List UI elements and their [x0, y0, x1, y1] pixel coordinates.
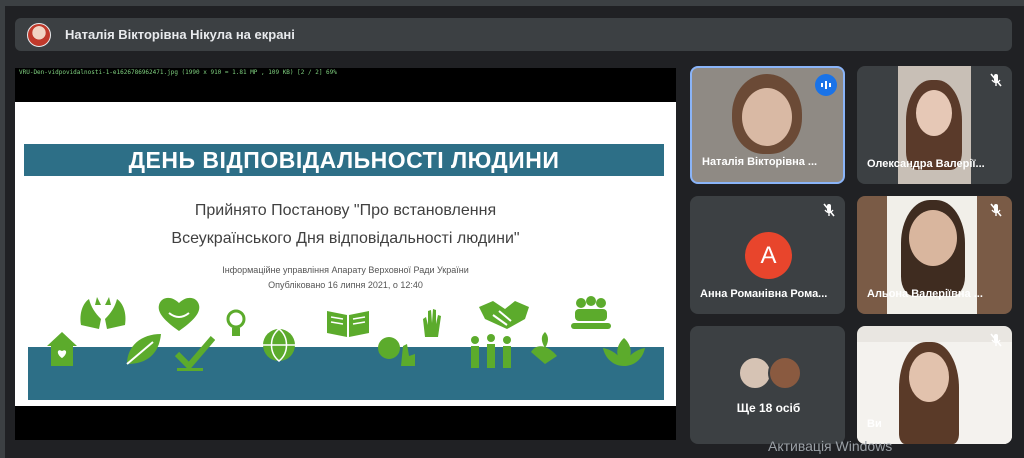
heart-hands-icon — [158, 297, 200, 331]
people-group-icon — [571, 296, 611, 329]
slide-headline-line2: Всеукраїнського Дня відповідальності люд… — [171, 230, 520, 247]
participant-name: Наталія Вікторівна ... — [702, 156, 818, 168]
participant-tile-2[interactable]: Олександра Валерії... — [857, 66, 1012, 184]
checkmark-icon — [175, 336, 215, 371]
speaking-indicator-icon — [815, 74, 837, 96]
participant-name: Ви — [867, 418, 882, 430]
participant-tile-3[interactable]: А Анна Романівна Рома... — [690, 196, 845, 314]
mic-off-icon — [823, 203, 835, 217]
presenter-banner: Наталія Вікторівна Нікула на екрані — [15, 18, 1012, 51]
house-heart-icon — [47, 332, 77, 366]
slide-published: Опубліковано 16 липня 2021, о 12:40 — [268, 280, 423, 290]
screen-share[interactable]: VRU-Den-vidpovidalnosti-1-e1626786962471… — [15, 68, 676, 440]
shared-slide: ДЕНЬ ВІДПОВІДАЛЬНОСТІ ЛЮДИНИ Прийнято По… — [15, 102, 676, 406]
speaker-face — [742, 88, 792, 146]
participant-name: Олександра Валерії... — [867, 158, 985, 170]
participant-avatar: А — [745, 232, 792, 279]
presenter-avatar — [27, 22, 51, 47]
participant-tile-speaker[interactable]: Наталія Вікторівна ... — [690, 66, 845, 184]
more-participants-avatars — [738, 356, 802, 390]
participant-tile-4[interactable]: Альона Валеріївна ... — [857, 196, 1012, 314]
slide-source: Інформаційне управління Апарату Верховно… — [222, 265, 469, 275]
presenter-banner-title: Наталія Вікторівна Нікула на екрані — [65, 27, 295, 42]
participant-tile-self[interactable]: Ви — [857, 326, 1012, 444]
sprout-hand-icon — [531, 332, 557, 364]
hand-ball-icon — [378, 337, 415, 366]
top-edge — [0, 0, 1024, 6]
mic-off-icon — [990, 203, 1002, 217]
handshake-icon — [479, 301, 529, 329]
book-icon — [327, 311, 369, 337]
more-participants-label: Ще 18 осіб — [736, 401, 801, 415]
hands-icon — [80, 297, 126, 329]
windows-activation-watermark: Активація Windows — [768, 438, 893, 454]
family-icon — [471, 334, 511, 368]
slide-headline-line1: Прийнято Постанову "Про встановлення — [194, 202, 497, 219]
mic-off-icon — [990, 73, 1002, 87]
participant-name: Альона Валеріївна ... — [867, 288, 983, 300]
more-participants-tile[interactable]: Ще 18 осіб — [690, 326, 845, 444]
mic-off-icon — [990, 333, 1002, 347]
slide-title: ДЕНЬ ВІДПОВІДАЛЬНОСТІ ЛЮДИНИ — [128, 146, 560, 173]
slide-title-bar: ДЕНЬ ВІДПОВІДАЛЬНОСТІ ЛЮДИНИ — [24, 144, 664, 176]
lightbulb-icon — [226, 309, 246, 336]
leaf-icon — [126, 334, 161, 365]
participant-name: Анна Романівна Рома... — [700, 288, 828, 300]
share-caption: VRU-Den-vidpovidalnosti-1-e1626786962471… — [19, 69, 337, 76]
globe-icon — [263, 328, 295, 362]
left-edge — [0, 0, 5, 458]
lotus-icon — [603, 338, 645, 366]
raised-hand-icon — [423, 309, 441, 337]
